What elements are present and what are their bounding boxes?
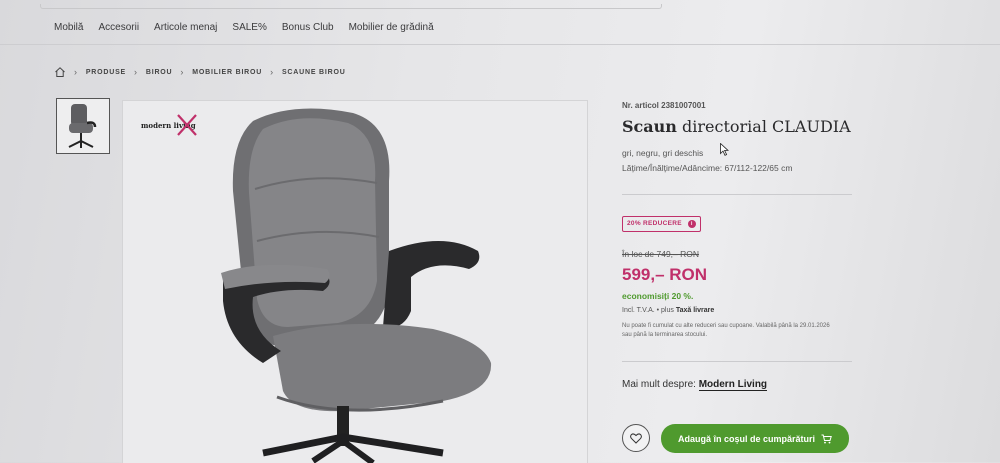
add-to-cart-button[interactable]: Adaugă în coșul de cumpărături — [661, 424, 849, 453]
current-price: 599,– RON — [622, 265, 708, 284]
breadcrumb: › PRODUSE › BIROU › MOBILIER BIROU › SCA… — [54, 66, 346, 78]
cart-icon — [821, 434, 832, 443]
chair-thumbnail-image — [68, 104, 97, 148]
breadcrumb-mobilier-birou[interactable]: MOBILIER BIROU — [192, 69, 262, 76]
info-icon[interactable]: i — [687, 220, 696, 228]
more-about-label: Mai mult despre: — [622, 379, 699, 390]
wishlist-button[interactable] — [622, 424, 650, 452]
article-number: Nr. articol 2381007001 — [622, 101, 706, 110]
nav-item-sale[interactable]: SALE% — [232, 22, 266, 33]
product-title-rest: directorial CLAUDIA — [676, 117, 851, 136]
offer-conditions: Nu poate fi cumulat cu alte reduceri sau… — [622, 323, 830, 338]
product-title: Scaun directorial CLAUDIA — [622, 117, 851, 136]
product-dimensions: Lățime/Înălțime/Adâncime: 67/112-122/65 … — [622, 163, 793, 173]
chevron-right-icon: › — [74, 67, 78, 77]
mouse-cursor-icon — [720, 143, 729, 156]
product-image-frame: modern living — [122, 100, 588, 463]
header-divider — [0, 44, 1000, 45]
vat-info: Incl. T.V.A. • plus Taxă livrare — [622, 307, 714, 314]
top-bar-outline — [40, 4, 662, 9]
main-navigation: Mobilă Accesorii Articole menaj SALE% Bo… — [54, 22, 434, 33]
product-colors: gri, negru, gri deschis — [622, 148, 704, 158]
nav-item-bonus-club[interactable]: Bonus Club — [282, 22, 334, 33]
savings-text: economisiți 20 %. — [622, 291, 694, 301]
chair-product-image — [221, 108, 492, 463]
vat-prefix: Incl. T.V.A. • plus — [622, 307, 676, 314]
home-icon[interactable] — [54, 66, 66, 78]
info-divider-1 — [622, 194, 852, 195]
add-to-cart-label: Adaugă în coșul de cumpărături — [677, 433, 816, 444]
delivery-fee-link[interactable]: Taxă livrare — [676, 307, 714, 314]
more-about-brand: Mai mult despre: Modern Living — [622, 379, 768, 391]
chevron-right-icon: › — [134, 67, 138, 77]
old-price: În loc de 749,– RON — [622, 249, 700, 259]
breadcrumb-birou[interactable]: BIROU — [146, 69, 173, 76]
nav-item-mobilier-gradina[interactable]: Mobilier de grădină — [349, 22, 434, 33]
breadcrumb-produse[interactable]: PRODUSE — [86, 69, 126, 76]
chevron-right-icon: › — [270, 67, 274, 77]
heart-icon — [630, 432, 642, 444]
info-divider-2 — [622, 361, 852, 362]
discount-badge: 20% REDUCERE i — [622, 216, 701, 232]
discount-badge-label: 20% REDUCERE — [627, 220, 682, 227]
nav-item-accesorii[interactable]: Accesorii — [98, 22, 139, 33]
brand-link[interactable]: Modern Living — [698, 379, 768, 391]
nav-item-mobila[interactable]: Mobilă — [54, 22, 83, 33]
nav-item-articole-menaj[interactable]: Articole menaj — [154, 22, 217, 33]
chevron-right-icon: › — [180, 67, 185, 77]
breadcrumb-scaune-birou[interactable]: SCAUNE BIROU — [282, 69, 346, 76]
gallery-thumbnail[interactable] — [56, 98, 110, 154]
product-title-bold: Scaun — [622, 117, 677, 136]
